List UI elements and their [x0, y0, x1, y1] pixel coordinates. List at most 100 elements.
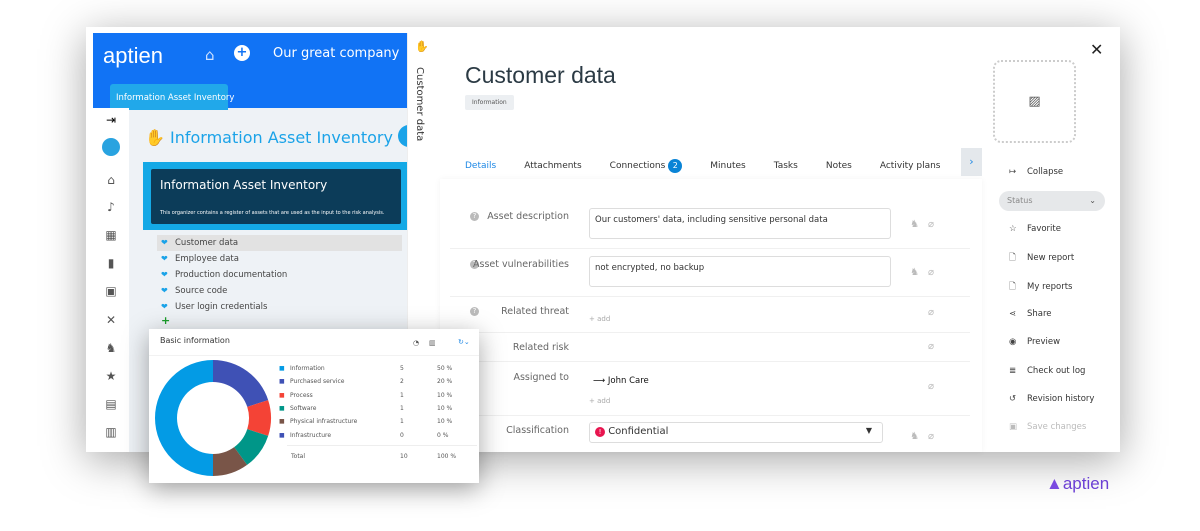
tab-attachments[interactable]: Attachments	[510, 153, 595, 179]
legend-value: 0	[400, 431, 404, 439]
legend-swatch-icon: ■	[279, 391, 285, 399]
tab-connections-label: Connections	[609, 161, 666, 171]
avatar[interactable]	[102, 138, 120, 156]
divider	[287, 445, 477, 446]
home-icon[interactable]: ⌂	[205, 46, 215, 64]
tree-item[interactable]: User login credentials	[157, 299, 402, 315]
menu-label: Preview	[1027, 337, 1061, 347]
tree-item[interactable]: Production documentation	[157, 267, 402, 283]
assignee[interactable]: ⟶ John Care	[593, 376, 649, 386]
refresh-icon[interactable]: ↻⌄	[458, 338, 470, 346]
total-label: Total	[291, 453, 306, 460]
menu-new-report[interactable]: 🗋 New report	[1009, 252, 1074, 266]
aptien-logo[interactable]: aptien	[103, 43, 163, 69]
eye-icon: ◉	[1009, 337, 1017, 347]
tab-notes[interactable]: Notes	[812, 153, 866, 179]
add-assignee-link[interactable]: + add	[589, 397, 610, 405]
add-icon[interactable]: +	[234, 45, 250, 61]
arrow-icon: ⟶	[593, 376, 608, 386]
paperclip-icon[interactable]: ⌀	[928, 341, 934, 352]
bell-icon[interactable]: ♪	[103, 200, 119, 214]
action-button[interactable]	[398, 125, 407, 147]
network-icon[interactable]: ✕	[103, 313, 119, 327]
tree-item[interactable]: Employee data	[157, 251, 402, 267]
clipboard-icon[interactable]: ▮	[103, 256, 119, 270]
menu-save-changes[interactable]: ▣ Save changes	[1009, 422, 1086, 432]
module-title: ✋ Information Asset Inventory	[145, 128, 393, 147]
book-icon[interactable]: ▥	[103, 425, 119, 439]
add-item-icon[interactable]: +	[161, 314, 170, 327]
calendar-icon[interactable]: ▦	[103, 228, 119, 242]
type-badge: Information	[465, 95, 514, 110]
asset-hands-icon: ✋	[145, 128, 171, 147]
tree-item[interactable]: Customer data	[157, 235, 402, 251]
alert-icon: !	[595, 427, 605, 437]
chevron-right-icon[interactable]: ›	[961, 148, 982, 176]
asset-vulnerabilities-input[interactable]: not encrypted, no backup	[589, 256, 891, 287]
tab-connections[interactable]: Connections 2	[596, 153, 697, 179]
share-icon: ⋖	[1009, 309, 1017, 319]
legend-value: 1	[400, 418, 404, 426]
paperclip-icon[interactable]: ⌀	[928, 219, 934, 230]
menu-label: My reports	[1027, 282, 1073, 292]
menu-label: Revision history	[1027, 394, 1095, 404]
tab-activity-plans[interactable]: Activity plans	[866, 153, 955, 179]
paperclip-icon[interactable]: ⌀	[928, 267, 934, 278]
donut-slice-information[interactable]	[155, 360, 213, 476]
bar-chart-icon[interactable]: ▥	[429, 339, 436, 347]
legend-swatch-icon: ■	[279, 418, 285, 426]
new-report-icon: 🗋	[1009, 253, 1016, 263]
tab-information-asset-inventory[interactable]: Information Asset Inventory	[110, 84, 234, 110]
banner-text: This organizer contains a register of as…	[160, 210, 385, 216]
dog-icon[interactable]: ♞	[103, 341, 119, 355]
menu-my-reports[interactable]: 🗋 My reports	[1009, 281, 1072, 295]
pie-chart-icon[interactable]: ◔	[413, 339, 419, 347]
paperclip-icon[interactable]: ⌀	[928, 307, 934, 318]
company-name[interactable]: Our great company	[273, 46, 399, 61]
menu-revision-history[interactable]: ↺ Revision history	[1009, 394, 1094, 404]
field-assigned-to: Assigned to ⟶ John Care + add ⌀	[450, 362, 970, 416]
field-related-risk: Related risk ⌀	[450, 333, 970, 362]
collapse-icon: ↦	[1009, 167, 1017, 177]
home-icon[interactable]: ⌂	[103, 173, 119, 187]
paperclip-icon[interactable]: ⌀	[928, 431, 934, 442]
close-icon[interactable]: ✕	[1090, 40, 1103, 59]
classification-select[interactable]: ! Confidential ▼	[589, 422, 883, 443]
expand-icon[interactable]: ⇥	[103, 113, 119, 127]
dog-icon[interactable]: ♞	[910, 267, 919, 278]
aptien-mark-icon: ▲	[1046, 474, 1063, 493]
legend-value: 1	[400, 391, 404, 399]
tab-tasks[interactable]: Tasks	[760, 153, 812, 179]
history-icon: ↺	[1009, 394, 1017, 404]
menu-share[interactable]: ⋖ Share	[1009, 309, 1052, 319]
donut-slice-purchased-service[interactable]	[213, 360, 269, 407]
tree-item[interactable]: Source code	[157, 283, 402, 299]
legend-swatch-icon: ■	[279, 431, 285, 439]
menu-preview[interactable]: ◉ Preview	[1009, 337, 1060, 347]
field-label: Related threat	[501, 306, 569, 317]
star-icon[interactable]: ★	[103, 369, 119, 383]
dog-icon[interactable]: ♞	[910, 219, 919, 230]
paperclip-icon[interactable]: ⌀	[928, 381, 934, 392]
chart-card: Basic information ◔ ▥ ↻⌄ ■ Information 5 50…	[149, 329, 479, 483]
menu-check-out-log[interactable]: ≣ Check out log	[1009, 366, 1085, 376]
caret-down-icon: ▼	[865, 426, 872, 435]
banner-title: Information Asset Inventory	[160, 178, 328, 192]
report-icon[interactable]: ▤	[103, 397, 119, 411]
checklist-icon[interactable]: ▣	[103, 284, 119, 298]
image-placeholder[interactable]: ▨	[993, 60, 1076, 143]
legend-label: Software	[290, 404, 317, 412]
status-select[interactable]: Status ⌄	[999, 191, 1105, 211]
legend-percent: 20 %	[437, 378, 453, 386]
legend-percent: 10 %	[437, 391, 453, 399]
tab-details[interactable]: Details	[451, 153, 511, 179]
menu-favorite[interactable]: ☆ Favorite	[1009, 224, 1061, 234]
collapse-button[interactable]: ↦ Collapse	[1009, 167, 1063, 177]
asset-tree: Customer data Employee data Production d…	[157, 235, 402, 315]
tab-minutes[interactable]: Minutes	[696, 153, 759, 179]
dog-icon[interactable]: ♞	[910, 431, 919, 442]
asset-description-input[interactable]: Our customers' data, including sensitive…	[589, 208, 891, 239]
field-asset-vulnerabilities: ? Asset vulnerabilities not encrypted, n…	[450, 249, 970, 297]
add-threat-link[interactable]: + add	[589, 315, 610, 323]
legend-label: Physical infrastructure	[290, 418, 358, 426]
